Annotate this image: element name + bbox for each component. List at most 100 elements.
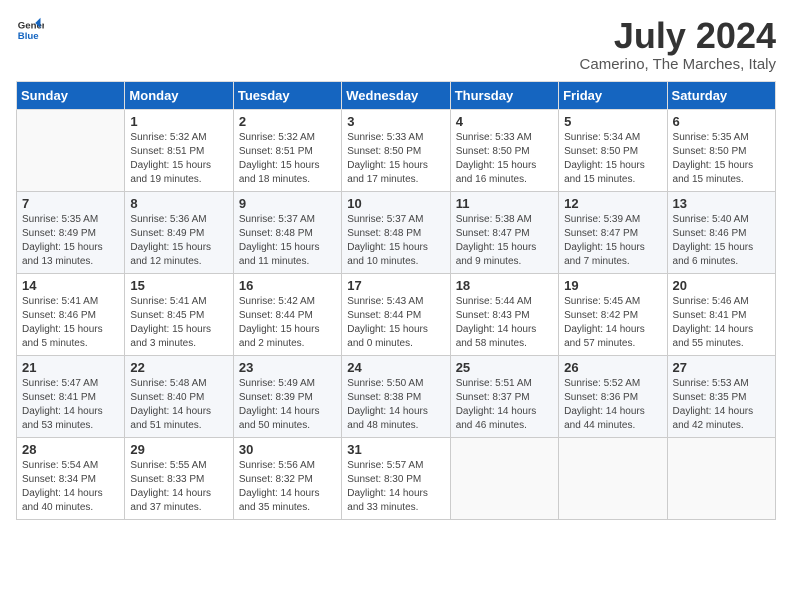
day-number: 7 [22, 196, 119, 211]
day-number: 27 [673, 360, 770, 375]
calendar-cell: 19 Sunrise: 5:45 AM Sunset: 8:42 PM Dayli… [559, 273, 667, 355]
calendar-cell: 11 Sunrise: 5:38 AM Sunset: 8:47 PM Dayli… [450, 191, 558, 273]
calendar-cell: 25 Sunrise: 5:51 AM Sunset: 8:37 PM Dayli… [450, 355, 558, 437]
day-info: Sunrise: 5:37 AM Sunset: 8:48 PM Dayligh… [239, 213, 336, 269]
calendar-cell: 6 Sunrise: 5:35 AM Sunset: 8:50 PM Daylig… [667, 109, 775, 191]
day-info: Sunrise: 5:33 AM Sunset: 8:50 PM Dayligh… [456, 131, 553, 187]
day-info: Sunrise: 5:40 AM Sunset: 8:46 PM Dayligh… [673, 213, 770, 269]
day-number: 1 [130, 114, 227, 129]
logo-icon: General Blue [16, 16, 44, 44]
day-number: 22 [130, 360, 227, 375]
day-number: 18 [456, 278, 553, 293]
header-day-saturday: Saturday [667, 81, 775, 109]
day-info: Sunrise: 5:37 AM Sunset: 8:48 PM Dayligh… [347, 213, 444, 269]
day-info: Sunrise: 5:49 AM Sunset: 8:39 PM Dayligh… [239, 377, 336, 433]
day-number: 19 [564, 278, 661, 293]
calendar-cell: 15Sunrise: 5:41 AM Sunset: 8:45 PM Dayli… [125, 273, 233, 355]
day-info: Sunrise: 5:36 AM Sunset: 8:49 PM Dayligh… [130, 213, 227, 269]
header-day-sunday: Sunday [17, 81, 125, 109]
calendar-cell: 21 Sunrise: 5:47 AM Sunset: 8:41 PM Dayli… [17, 355, 125, 437]
day-number: 16 [239, 278, 336, 293]
day-number: 3 [347, 114, 444, 129]
day-number: 13 [673, 196, 770, 211]
day-number: 2 [239, 114, 336, 129]
day-number: 10 [347, 196, 444, 211]
day-number: 21 [22, 360, 119, 375]
calendar-cell: 8 Sunrise: 5:36 AM Sunset: 8:49 PM Daylig… [125, 191, 233, 273]
header-day-tuesday: Tuesday [233, 81, 341, 109]
day-number: 25 [456, 360, 553, 375]
day-info: Sunrise: 5:35 AM Sunset: 8:50 PM Dayligh… [673, 131, 770, 187]
day-number: 4 [456, 114, 553, 129]
calendar-cell: 18Sunrise: 5:44 AM Sunset: 8:43 PM Dayli… [450, 273, 558, 355]
calendar-cell: 16 Sunrise: 5:42 AM Sunset: 8:44 PM Dayli… [233, 273, 341, 355]
day-number: 23 [239, 360, 336, 375]
day-number: 15 [130, 278, 227, 293]
location-subtitle: Camerino, The Marches, Italy [580, 56, 776, 73]
day-info: Sunrise: 5:35 AM Sunset: 8:49 PM Dayligh… [22, 213, 119, 269]
header-day-thursday: Thursday [450, 81, 558, 109]
calendar-cell: 23 Sunrise: 5:49 AM Sunset: 8:39 PM Dayli… [233, 355, 341, 437]
day-info: Sunrise: 5:56 AM Sunset: 8:32 PM Dayligh… [239, 459, 336, 515]
day-number: 17 [347, 278, 444, 293]
calendar-cell: 5 Sunrise: 5:34 AM Sunset: 8:50 PM Daylig… [559, 109, 667, 191]
header-day-monday: Monday [125, 81, 233, 109]
calendar-cell: 29 Sunrise: 5:55 AM Sunset: 8:33 PM Dayli… [125, 437, 233, 519]
month-title: July 2024 [580, 16, 776, 56]
day-info: Sunrise: 5:53 AM Sunset: 8:35 PM Dayligh… [673, 377, 770, 433]
calendar-cell [450, 437, 558, 519]
calendar-cell [559, 437, 667, 519]
week-row-5: 28Sunrise: 5:54 AM Sunset: 8:34 PM Dayli… [17, 437, 776, 519]
calendar-cell: 24 Sunrise: 5:50 AM Sunset: 8:38 PM Dayli… [342, 355, 450, 437]
day-info: Sunrise: 5:43 AM Sunset: 8:44 PM Dayligh… [347, 295, 444, 351]
week-row-1: 1 Sunrise: 5:32 AM Sunset: 8:51 PM Daylig… [17, 109, 776, 191]
calendar-cell: 10 Sunrise: 5:37 AM Sunset: 8:48 PM Dayli… [342, 191, 450, 273]
calendar-header: SundayMondayTuesdayWednesdayThursdayFrid… [17, 81, 776, 109]
calendar-cell: 28Sunrise: 5:54 AM Sunset: 8:34 PM Dayli… [17, 437, 125, 519]
day-number: 20 [673, 278, 770, 293]
calendar-cell: 26 Sunrise: 5:52 AM Sunset: 8:36 PM Dayli… [559, 355, 667, 437]
header-row: SundayMondayTuesdayWednesdayThursdayFrid… [17, 81, 776, 109]
day-number: 9 [239, 196, 336, 211]
calendar-cell [17, 109, 125, 191]
day-info: Sunrise: 5:41 AM Sunset: 8:46 PM Dayligh… [22, 295, 119, 351]
day-number: 8 [130, 196, 227, 211]
day-number: 29 [130, 442, 227, 457]
calendar-table: SundayMondayTuesdayWednesdayThursdayFrid… [16, 81, 776, 520]
day-info: Sunrise: 5:34 AM Sunset: 8:50 PM Dayligh… [564, 131, 661, 187]
logo: General Blue [16, 16, 44, 44]
day-info: Sunrise: 5:47 AM Sunset: 8:41 PM Dayligh… [22, 377, 119, 433]
day-info: Sunrise: 5:32 AM Sunset: 8:51 PM Dayligh… [239, 131, 336, 187]
calendar-cell: 27 Sunrise: 5:53 AM Sunset: 8:35 PM Dayli… [667, 355, 775, 437]
calendar-cell: 30 Sunrise: 5:56 AM Sunset: 8:32 PM Dayli… [233, 437, 341, 519]
day-info: Sunrise: 5:57 AM Sunset: 8:30 PM Dayligh… [347, 459, 444, 515]
day-number: 5 [564, 114, 661, 129]
calendar-cell: 22Sunrise: 5:48 AM Sunset: 8:40 PM Dayli… [125, 355, 233, 437]
day-number: 30 [239, 442, 336, 457]
day-info: Sunrise: 5:39 AM Sunset: 8:47 PM Dayligh… [564, 213, 661, 269]
calendar-cell: 14 Sunrise: 5:41 AM Sunset: 8:46 PM Dayli… [17, 273, 125, 355]
day-number: 14 [22, 278, 119, 293]
calendar-cell: 3Sunrise: 5:33 AM Sunset: 8:50 PM Daylig… [342, 109, 450, 191]
calendar-body: 1 Sunrise: 5:32 AM Sunset: 8:51 PM Daylig… [17, 109, 776, 519]
day-info: Sunrise: 5:42 AM Sunset: 8:44 PM Dayligh… [239, 295, 336, 351]
calendar-cell: 9 Sunrise: 5:37 AM Sunset: 8:48 PM Daylig… [233, 191, 341, 273]
day-info: Sunrise: 5:51 AM Sunset: 8:37 PM Dayligh… [456, 377, 553, 433]
day-number: 31 [347, 442, 444, 457]
title-section: July 2024 Camerino, The Marches, Italy [580, 16, 776, 73]
page-header: General Blue July 2024 Camerino, The Mar… [16, 16, 776, 73]
day-info: Sunrise: 5:45 AM Sunset: 8:42 PM Dayligh… [564, 295, 661, 351]
day-number: 6 [673, 114, 770, 129]
week-row-4: 21 Sunrise: 5:47 AM Sunset: 8:41 PM Dayli… [17, 355, 776, 437]
calendar-cell: 2 Sunrise: 5:32 AM Sunset: 8:51 PM Daylig… [233, 109, 341, 191]
day-info: Sunrise: 5:55 AM Sunset: 8:33 PM Dayligh… [130, 459, 227, 515]
day-number: 11 [456, 196, 553, 211]
calendar-cell: 7 Sunrise: 5:35 AM Sunset: 8:49 PM Daylig… [17, 191, 125, 273]
day-number: 26 [564, 360, 661, 375]
day-info: Sunrise: 5:52 AM Sunset: 8:36 PM Dayligh… [564, 377, 661, 433]
day-info: Sunrise: 5:38 AM Sunset: 8:47 PM Dayligh… [456, 213, 553, 269]
day-info: Sunrise: 5:50 AM Sunset: 8:38 PM Dayligh… [347, 377, 444, 433]
calendar-cell: 17 Sunrise: 5:43 AM Sunset: 8:44 PM Dayli… [342, 273, 450, 355]
day-number: 24 [347, 360, 444, 375]
calendar-cell: 12Sunrise: 5:39 AM Sunset: 8:47 PM Dayli… [559, 191, 667, 273]
